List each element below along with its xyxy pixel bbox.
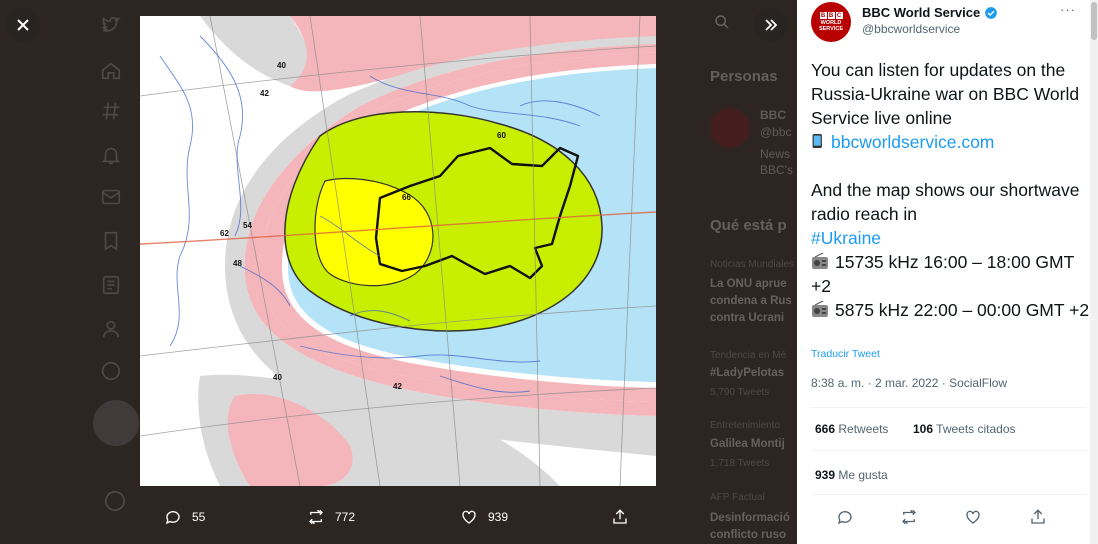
contour-label: 42 [260, 89, 269, 98]
tweet-line-2: And the map shows our shortwave radio re… [811, 180, 1080, 224]
radio-icon [812, 252, 828, 269]
more-options-button[interactable]: ··· [1060, 2, 1076, 17]
close-icon [17, 19, 29, 31]
media-action-bar: 55 772 939 [0, 508, 797, 538]
retweets-stat[interactable]: 666 Retweets [815, 422, 888, 436]
contour-label: 66 [402, 193, 411, 202]
contour-label: 40 [273, 373, 282, 382]
shortwave-coverage-map[interactable]: 40 42 48 54 60 66 62 40 42 [140, 16, 656, 486]
toggle-panel-button[interactable] [754, 8, 788, 42]
frequency-1-text: 15735 kHz 16:00 – 18:00 GMT +2 [811, 252, 1074, 296]
retweet-count: 772 [335, 510, 356, 524]
author-name-text: BBC World Service [862, 5, 981, 20]
panel-scrollbar[interactable] [1090, 0, 1098, 544]
quote-tweets-stat[interactable]: 106 Tweets citados [913, 422, 1016, 436]
website-link[interactable]: bbcworldservice.com [831, 132, 994, 152]
author-name[interactable]: BBC World Service [862, 5, 998, 20]
frequency-line-2: 5875 kHz 22:00 – 00:00 GMT +2 [811, 298, 1091, 322]
tweet-timestamp[interactable]: 8:38 a. m. · 2 mar. 2022 · SocialFlow [811, 376, 1007, 390]
contour-label: 42 [393, 382, 402, 391]
likes-stat[interactable]: 939 Me gusta [815, 468, 888, 482]
likes-stat-count: 939 [815, 468, 836, 482]
map-graphic: 40 42 48 54 60 66 62 40 42 [140, 16, 656, 486]
share-icon [1031, 509, 1045, 524]
reply-button[interactable]: 55 [164, 508, 205, 526]
share-button[interactable] [611, 508, 629, 526]
panel-share-button[interactable] [1029, 508, 1047, 526]
close-media-button[interactable] [6, 8, 40, 42]
heart-icon [966, 510, 980, 524]
panel-retweet-button[interactable] [900, 508, 918, 526]
tweet-line-1: You can listen for updates on the Russia… [811, 60, 1080, 128]
translate-tweet-link[interactable]: Traducir Tweet [811, 348, 880, 360]
tweet-link-line: bbcworldservice.com [811, 130, 1091, 154]
share-icon [613, 509, 627, 524]
retweet-icon [902, 509, 916, 525]
bbc-logo-letter: C [835, 12, 843, 19]
frequency-2-text: 5875 kHz 22:00 – 00:00 GMT +2 [835, 300, 1090, 320]
bbc-logo: B B C [819, 12, 843, 19]
divider [811, 407, 1086, 408]
search-icon [714, 14, 730, 35]
quotes-stat-count: 106 [913, 422, 934, 436]
retweet-button[interactable]: 772 [307, 508, 355, 526]
retweets-stat-count: 666 [815, 422, 836, 436]
contour-label: 62 [220, 229, 229, 238]
radio-icon [812, 300, 828, 317]
divider [811, 450, 1086, 451]
like-button[interactable]: 939 [460, 508, 508, 526]
hashtag-link[interactable]: #Ukraine [811, 228, 881, 248]
panel-reply-button[interactable] [836, 508, 854, 526]
author-avatar[interactable]: B B C WORLD SERVICE [811, 2, 851, 42]
reply-bubble-icon [165, 511, 180, 525]
contour-label: 48 [233, 259, 242, 268]
reply-bubble-icon [837, 511, 852, 525]
frequency-line-1: 15735 kHz 16:00 – 18:00 GMT +2 [811, 250, 1091, 298]
chevron-double-right-icon [765, 19, 778, 31]
tweet-text: You can listen for updates on the Russia… [811, 58, 1091, 322]
contour-label: 54 [243, 221, 252, 230]
likes-stat-label: Me gusta [838, 468, 888, 482]
heart-icon [462, 510, 476, 524]
tweet-detail-panel: B B C WORLD SERVICE BBC World Service @b… [797, 0, 1098, 544]
author-handle[interactable]: @bbcworldservice [862, 22, 960, 36]
contour-label: 60 [497, 131, 506, 140]
avatar-service: SERVICE [818, 26, 844, 32]
bbc-logo-letter: B [827, 12, 835, 19]
mobile-phone-icon [812, 134, 822, 148]
retweets-stat-label: Retweets [838, 422, 889, 436]
bbc-logo-letter: B [819, 12, 827, 19]
verified-badge-icon [985, 6, 998, 19]
contour-label: 40 [277, 61, 286, 70]
scrollbar-thumb[interactable] [1091, 2, 1097, 40]
panel-like-button[interactable] [964, 508, 982, 526]
quotes-stat-label: Tweets citados [936, 422, 1016, 436]
retweet-icon [309, 509, 323, 525]
reply-count: 55 [192, 510, 206, 524]
divider [811, 494, 1086, 495]
like-count: 939 [488, 510, 509, 524]
